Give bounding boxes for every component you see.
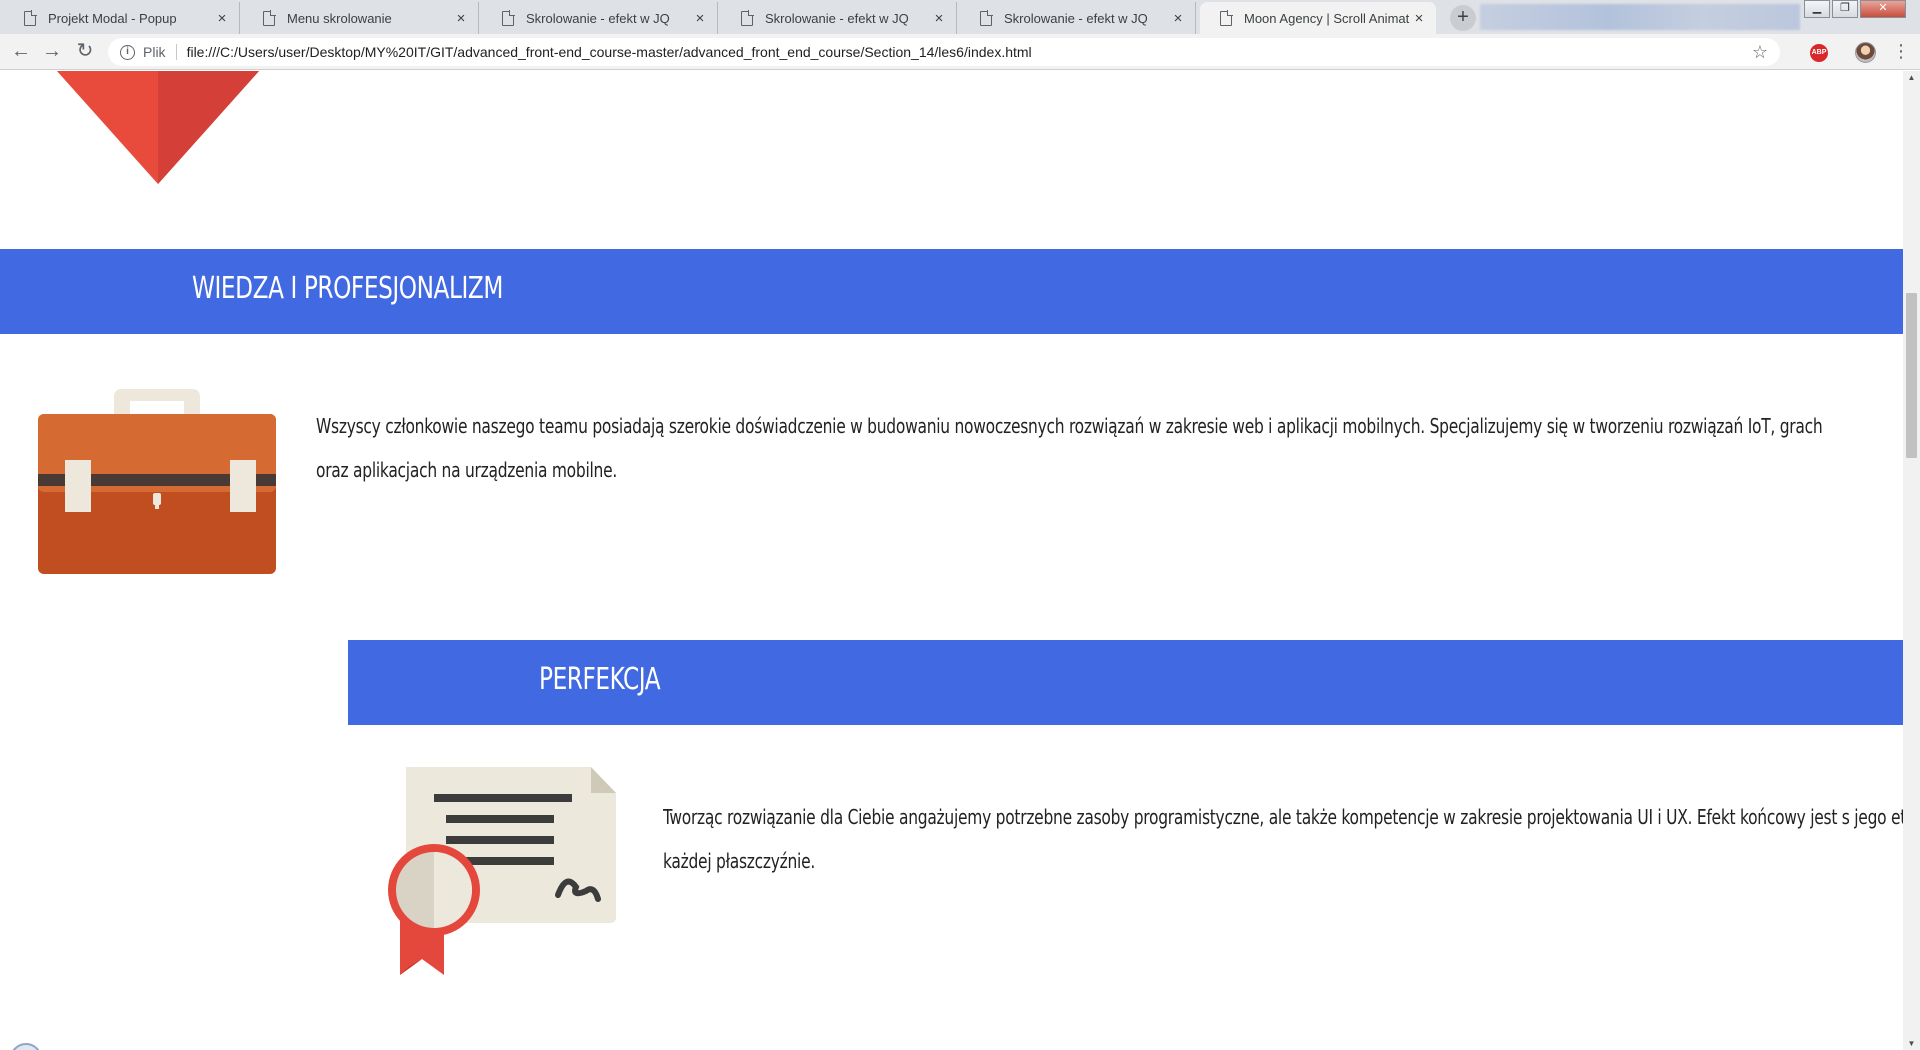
tab-skrolowanie-2[interactable]: Skrolowanie - efekt w JQ × bbox=[721, 2, 957, 34]
adblock-plus-icon[interactable]: ABP bbox=[1810, 44, 1828, 62]
page-scrollbar[interactable]: ▲ ▼ bbox=[1903, 71, 1920, 1050]
page-icon bbox=[263, 9, 276, 26]
page-icon bbox=[502, 9, 515, 26]
close-icon[interactable]: × bbox=[1169, 10, 1187, 27]
minimize-button[interactable]: ▁ bbox=[1804, 0, 1830, 18]
close-icon[interactable]: × bbox=[691, 10, 709, 27]
tab-title: Projekt Modal - Popup bbox=[48, 10, 177, 26]
tab-title: Skrolowanie - efekt w JQ bbox=[765, 10, 909, 26]
page-icon bbox=[980, 9, 993, 26]
scrollbar-thumb[interactable] bbox=[1906, 293, 1917, 458]
tab-title: Skrolowanie - efekt w JQ bbox=[1004, 10, 1148, 26]
browser-toolbar: ← → ↻ i Plik file:///C:/Users/user/Deskt… bbox=[0, 34, 1920, 70]
address-bar[interactable]: i Plik file:///C:/Users/user/Desktop/MY%… bbox=[108, 38, 1780, 66]
tab-projekt-modal[interactable]: Projekt Modal - Popup × bbox=[4, 2, 240, 34]
maximize-button[interactable]: ❐ bbox=[1832, 0, 1858, 18]
page-viewport: WIEDZA I PROFESJONALIZM Wszyscy członkow… bbox=[0, 71, 1903, 1050]
close-icon[interactable]: × bbox=[1410, 10, 1428, 27]
tab-title: Moon Agency | Scroll Animation bbox=[1244, 10, 1410, 26]
section-title: PERFEKCJA bbox=[539, 662, 661, 697]
section-text: Wszyscy członkowie naszego teamu posiada… bbox=[316, 414, 1823, 482]
bookmark-star-icon[interactable]: ☆ bbox=[1752, 42, 1768, 63]
page-icon bbox=[24, 9, 37, 26]
heart-icon bbox=[56, 71, 260, 184]
close-icon[interactable]: × bbox=[930, 10, 948, 27]
section-header-perfekcja: PERFEKCJA bbox=[348, 640, 1903, 725]
url-text[interactable]: file:///C:/Users/user/Desktop/MY%20IT/GI… bbox=[187, 44, 1752, 60]
tab-skrolowanie-3[interactable]: Skrolowanie - efekt w JQ × bbox=[960, 2, 1196, 34]
page-icon bbox=[1220, 9, 1233, 26]
section-header-wiedza: WIEDZA I PROFESJONALIZM bbox=[0, 249, 1903, 334]
close-icon[interactable]: × bbox=[452, 10, 470, 27]
back-button[interactable]: ← bbox=[9, 40, 33, 64]
site-label: Plik bbox=[143, 44, 177, 60]
tabstrip-background bbox=[1480, 4, 1800, 30]
reload-button[interactable]: ↻ bbox=[73, 40, 97, 64]
new-tab-button[interactable]: + bbox=[1450, 5, 1476, 31]
floating-help-icon[interactable] bbox=[10, 1043, 42, 1050]
tab-title: Skrolowanie - efekt w JQ bbox=[526, 10, 670, 26]
scroll-down-arrow-icon[interactable]: ▼ bbox=[1903, 1039, 1920, 1048]
tab-menu-skrolowanie[interactable]: Menu skrolowanie × bbox=[243, 2, 479, 34]
tab-skrolowanie-1[interactable]: Skrolowanie - efekt w JQ × bbox=[482, 2, 718, 34]
certificate-icon bbox=[388, 767, 616, 975]
profile-avatar[interactable] bbox=[1855, 42, 1876, 63]
section-title: WIEDZA I PROFESJONALIZM bbox=[192, 271, 503, 306]
section-text: Tworząc rozwiązanie dla Ciebie angażujem… bbox=[663, 805, 1903, 873]
close-window-button[interactable]: ✕ bbox=[1860, 0, 1906, 18]
page-icon bbox=[741, 9, 754, 26]
tab-moon-agency[interactable]: Moon Agency | Scroll Animation × bbox=[1200, 2, 1436, 34]
tab-title: Menu skrolowanie bbox=[287, 10, 392, 26]
briefcase-icon bbox=[38, 389, 276, 574]
window-controls: ▁ ❐ ✕ bbox=[1802, 0, 1906, 18]
info-icon[interactable]: i bbox=[120, 44, 135, 60]
scroll-up-arrow-icon[interactable]: ▲ bbox=[1903, 73, 1920, 82]
close-icon[interactable]: × bbox=[213, 10, 231, 27]
forward-button[interactable]: → bbox=[40, 40, 64, 64]
menu-icon[interactable]: ⋮ bbox=[1892, 40, 1910, 62]
tab-strip: Projekt Modal - Popup × Menu skrolowanie… bbox=[0, 0, 1920, 34]
